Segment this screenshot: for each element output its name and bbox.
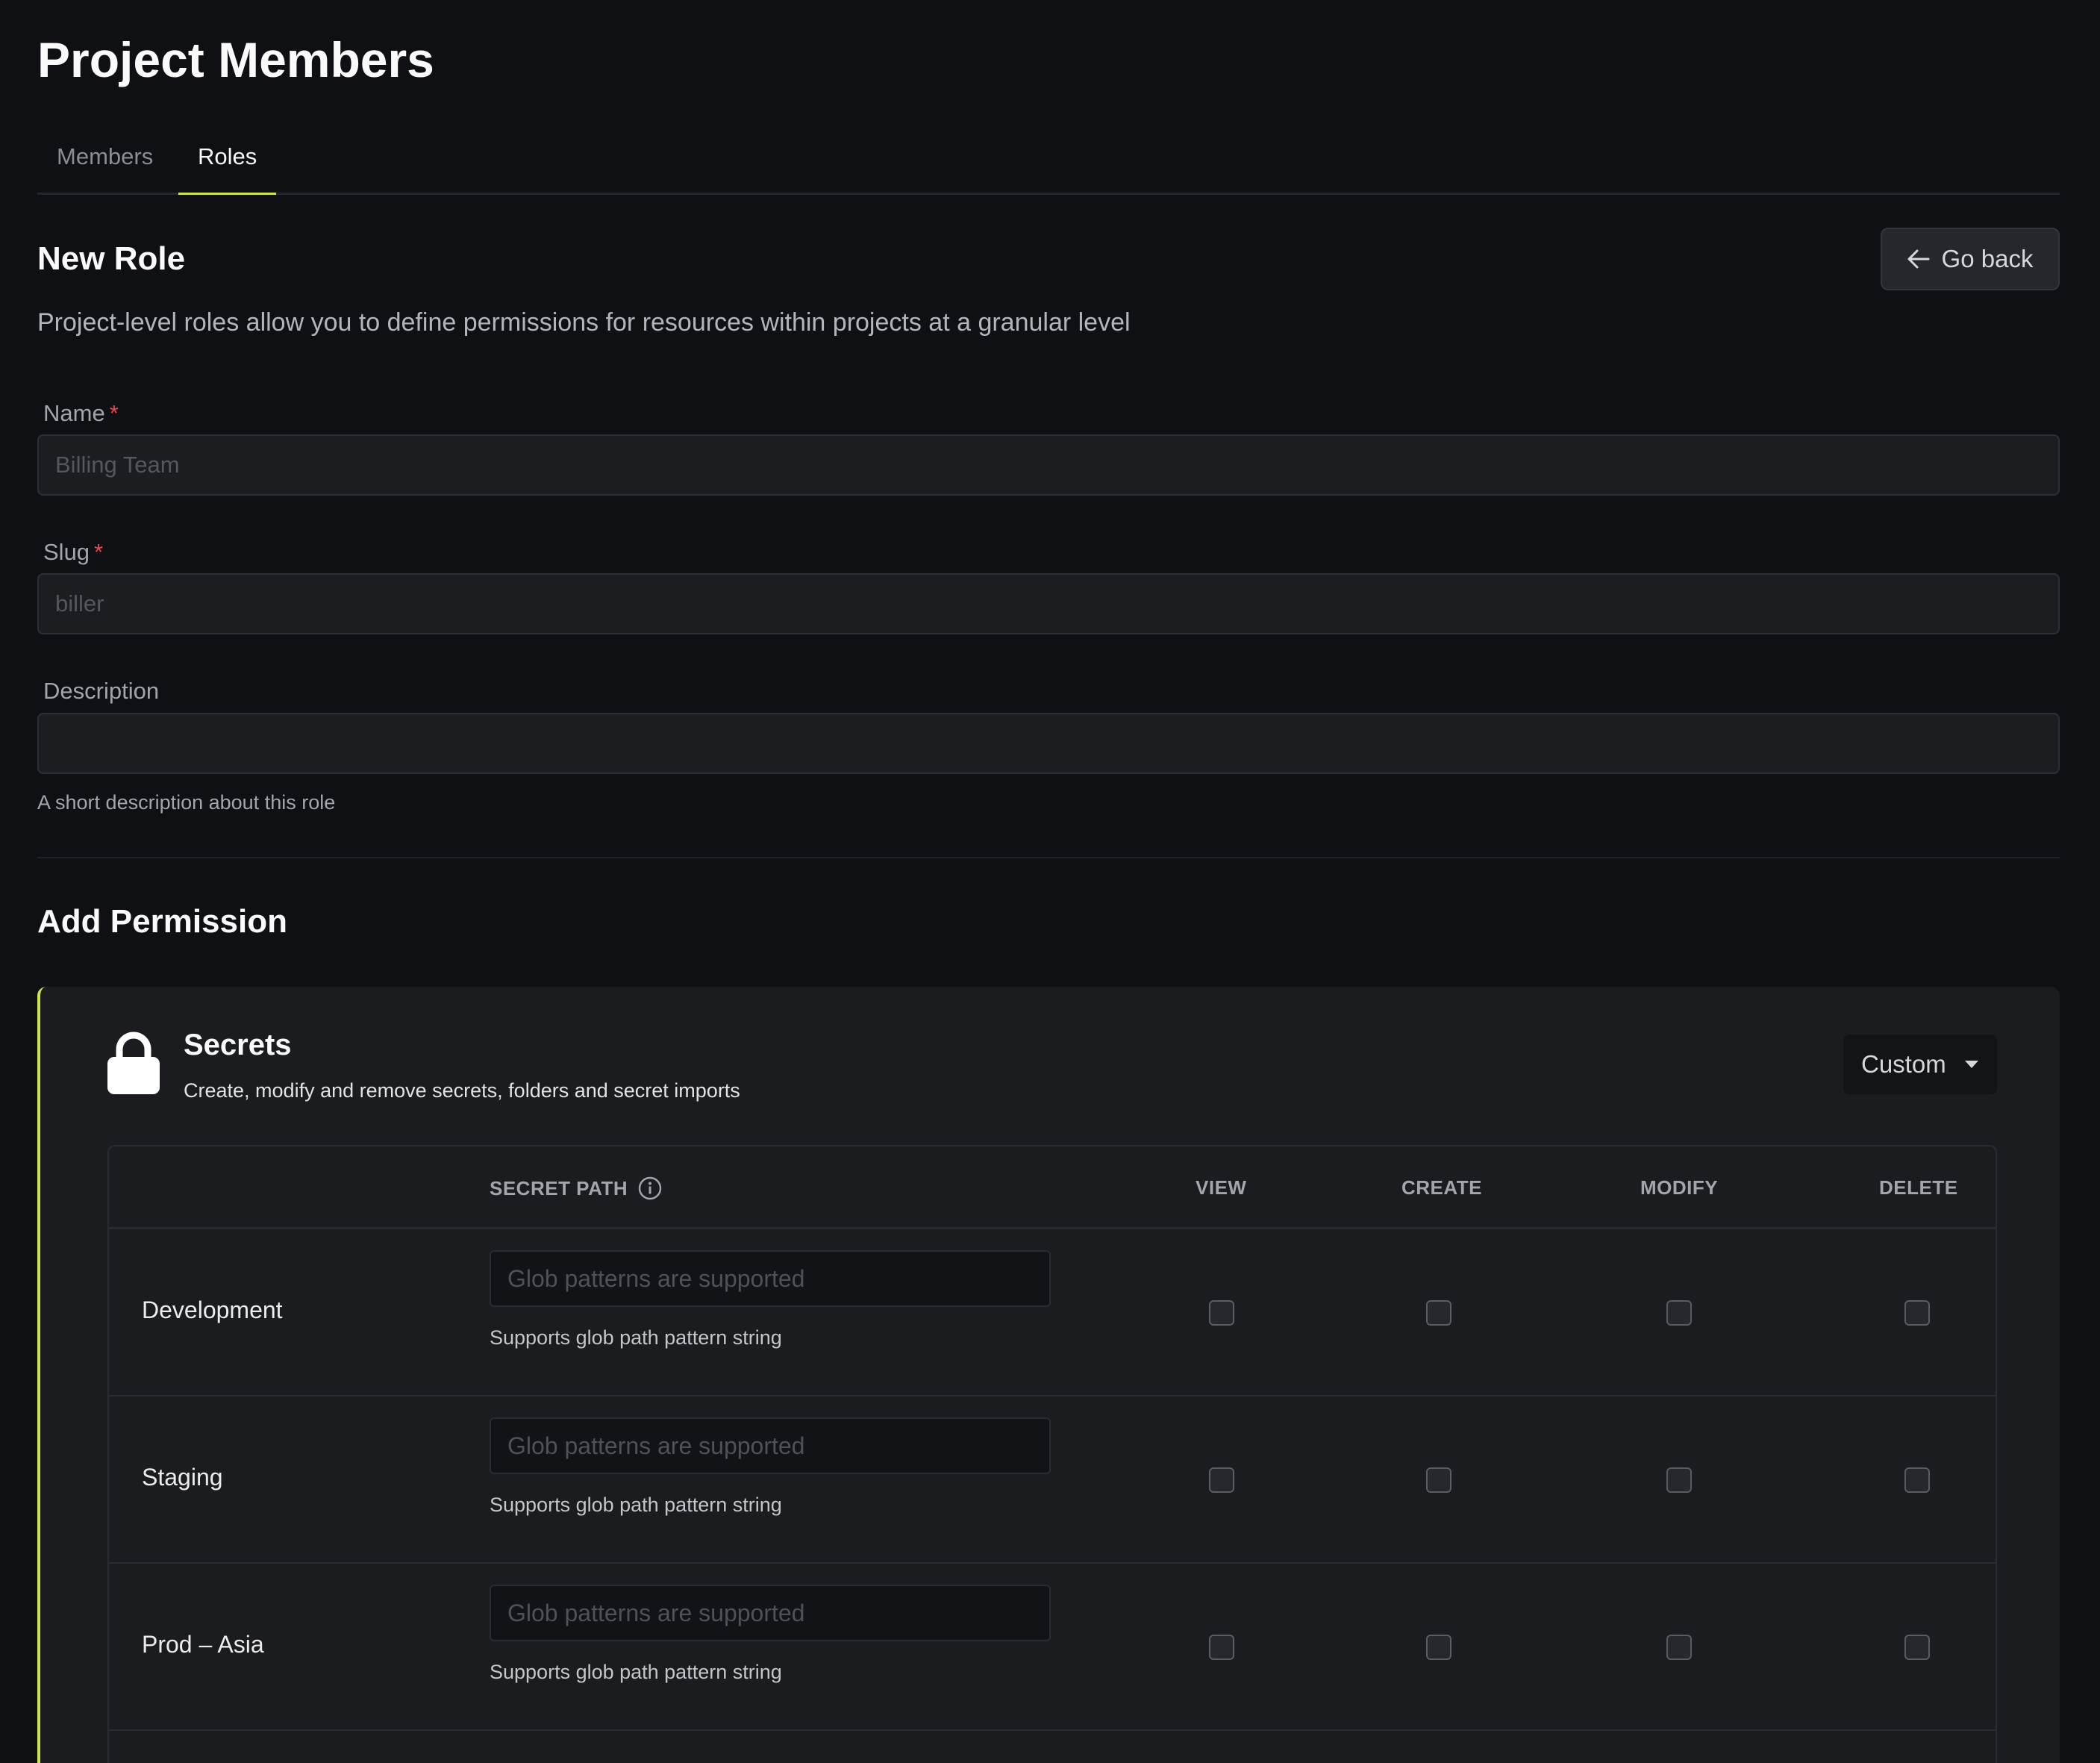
view-checkbox[interactable] — [1209, 1635, 1234, 1660]
secret-path-input[interactable] — [490, 1417, 1051, 1474]
secrets-permission-card: Secrets Create, modify and remove secret… — [37, 987, 2060, 1763]
delete-checkbox[interactable] — [1904, 1300, 1930, 1326]
view-checkbox[interactable] — [1209, 1467, 1234, 1493]
environment-name: Prod – Asia — [142, 1631, 264, 1658]
create-checkbox[interactable] — [1426, 1635, 1451, 1660]
page-title: Project Members — [37, 32, 434, 87]
permission-mode-select[interactable]: Custom — [1843, 1035, 1997, 1094]
info-icon[interactable] — [638, 1176, 662, 1200]
modify-checkbox[interactable] — [1666, 1467, 1692, 1493]
column-view: VIEW — [1196, 1176, 1247, 1199]
slug-label: Slug * — [43, 539, 103, 566]
secret-path-input[interactable] — [490, 1250, 1051, 1307]
table-row: Development Supports glob path pattern s… — [109, 1229, 1996, 1397]
card-title: Secrets — [184, 1029, 292, 1061]
delete-checkbox[interactable] — [1904, 1635, 1930, 1660]
modify-checkbox[interactable] — [1666, 1635, 1692, 1660]
slug-label-text: Slug — [43, 539, 90, 565]
secret-path-help: Supports glob path pattern string — [490, 1326, 782, 1349]
tab-members[interactable]: Members — [37, 143, 172, 193]
create-checkbox[interactable] — [1426, 1300, 1451, 1326]
environment-name: Staging — [142, 1464, 223, 1491]
table-header: SECRET PATH VIEW CREATE MODIFY DELETE — [109, 1146, 1996, 1229]
description-label: Description — [43, 678, 160, 704]
table-row: Staging Supports glob path pattern strin… — [109, 1397, 1996, 1564]
column-delete: DELETE — [1879, 1176, 1958, 1199]
column-secret-path: SECRET PATH — [490, 1176, 662, 1200]
name-label: Name * — [43, 400, 119, 427]
name-input[interactable] — [37, 434, 2060, 496]
environment-name: Development — [142, 1296, 283, 1323]
section-divider — [37, 857, 2060, 858]
name-required-mark: * — [109, 400, 119, 426]
go-back-button[interactable]: Go back — [1881, 228, 2060, 290]
slug-input[interactable] — [37, 573, 2060, 634]
add-permission-heading: Add Permission — [37, 903, 287, 940]
column-modify: MODIFY — [1640, 1176, 1719, 1199]
view-checkbox[interactable] — [1209, 1300, 1234, 1326]
column-secret-path-label: SECRET PATH — [490, 1176, 628, 1199]
description-help: A short description about this role — [37, 791, 336, 814]
modify-checkbox[interactable] — [1666, 1300, 1692, 1326]
arrow-left-icon — [1907, 249, 1930, 269]
slug-required-mark: * — [94, 539, 104, 565]
description-input[interactable] — [37, 713, 2060, 774]
delete-checkbox[interactable] — [1904, 1467, 1930, 1493]
column-create: CREATE — [1401, 1176, 1482, 1199]
card-description: Create, modify and remove secrets, folde… — [184, 1079, 740, 1102]
role-subtitle: Project-level roles allow you to define … — [37, 308, 1131, 337]
tab-roles[interactable]: Roles — [178, 143, 277, 195]
new-role-heading: New Role — [37, 240, 186, 277]
lock-icon — [107, 1032, 160, 1094]
table-row: Prod – Asia Supports glob path pattern s… — [109, 1564, 1996, 1731]
permission-table: SECRET PATH VIEW CREATE MODIFY DELETE De… — [107, 1145, 1997, 1763]
name-label-text: Name — [43, 400, 105, 426]
tab-bar: Members Roles — [37, 134, 2060, 195]
permission-mode-value: Custom — [1861, 1050, 1946, 1078]
secret-path-input[interactable] — [490, 1585, 1051, 1641]
secret-path-help: Supports glob path pattern string — [490, 1494, 782, 1516]
caret-down-icon — [1965, 1061, 1978, 1068]
go-back-label: Go back — [1941, 245, 2034, 272]
secret-path-help: Supports glob path pattern string — [490, 1661, 782, 1683]
create-checkbox[interactable] — [1426, 1467, 1451, 1493]
